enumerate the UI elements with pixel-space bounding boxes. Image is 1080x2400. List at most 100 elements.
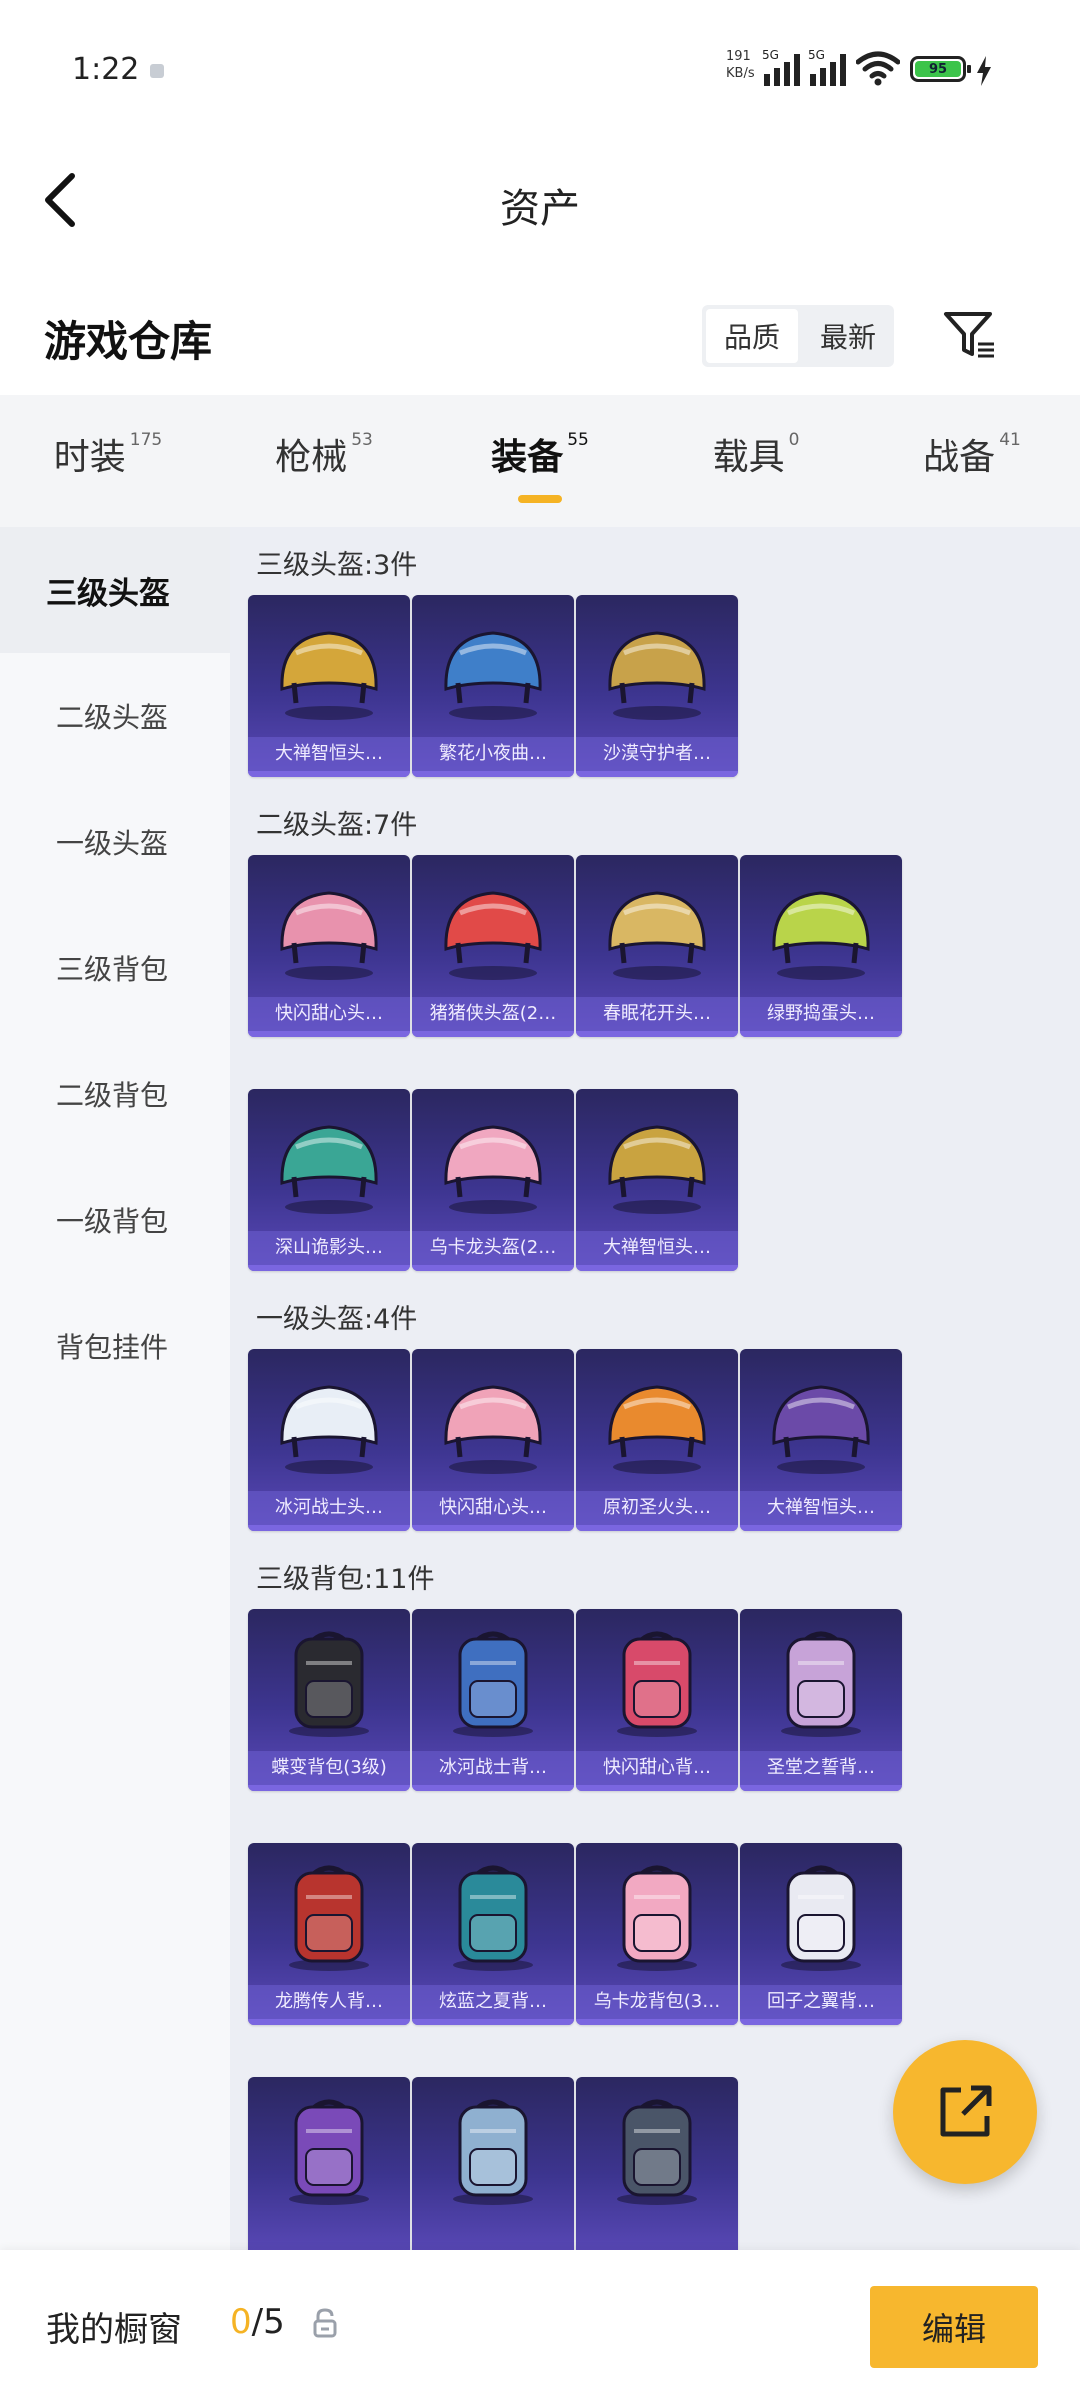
item-card[interactable] bbox=[412, 2077, 574, 2250]
item-card[interactable]: 原初圣火头… bbox=[576, 1349, 738, 1531]
item-card[interactable]: 圣堂之誓背… bbox=[740, 1609, 902, 1791]
network-speed-unit: KB/s bbox=[726, 66, 755, 81]
item-card[interactable]: 龙腾传人背… bbox=[248, 1843, 410, 2025]
tab-3[interactable]: 载具 0 bbox=[648, 395, 864, 527]
section-label: 一级头盔:4件 bbox=[256, 1304, 418, 1335]
item-name: 乌卡龙头盔(2… bbox=[412, 1231, 574, 1265]
side-menu-item[interactable]: 二级背包 bbox=[0, 1031, 230, 1157]
item-card[interactable]: 回子之翼背… bbox=[740, 1843, 902, 2025]
inventory-grid: 三级头盔:3件 大禅智恒头… 繁花小夜曲… 沙漠守护者… 二级头盔:7件 快闪甜心头… 猪猪… bbox=[230, 527, 1080, 2250]
item-name: 绿野捣蛋头… bbox=[740, 997, 902, 1031]
filter-button[interactable] bbox=[938, 304, 1002, 368]
share-button[interactable] bbox=[893, 2040, 1037, 2184]
item-name: 冰河战士背… bbox=[412, 1751, 574, 1785]
item-name: 繁花小夜曲… bbox=[412, 737, 574, 771]
item-name: 大禅智恒头… bbox=[740, 1491, 902, 1525]
sort-toggle: 品质 最新 bbox=[702, 305, 894, 367]
item-name: 春眠花开头… bbox=[576, 997, 738, 1031]
helmet-icon bbox=[608, 631, 706, 720]
tab-label: 战备 bbox=[923, 437, 996, 478]
item-name: 沙漠守护者… bbox=[576, 737, 738, 771]
backpack-icon bbox=[617, 1865, 697, 1971]
backpack-icon bbox=[781, 1631, 861, 1737]
tab-count: 0 bbox=[788, 430, 800, 450]
sort-option-quality[interactable]: 品质 bbox=[706, 309, 798, 363]
active-tab-indicator bbox=[518, 495, 562, 503]
tab-4[interactable]: 战备 41 bbox=[864, 395, 1080, 527]
helmet-icon bbox=[608, 1125, 706, 1214]
tab-label: 枪械 bbox=[275, 437, 348, 478]
helmet-icon bbox=[608, 891, 706, 980]
item-card[interactable]: 蝶变背包(3级) bbox=[248, 1609, 410, 1791]
side-menu-item[interactable]: 三级头盔 bbox=[0, 527, 230, 653]
helmet-icon bbox=[444, 891, 542, 980]
helmet-icon bbox=[280, 1385, 378, 1474]
item-card[interactable]: 绿野捣蛋头… bbox=[740, 855, 902, 1037]
tab-count: 53 bbox=[351, 430, 373, 450]
wifi-icon bbox=[856, 51, 900, 86]
helmet-icon bbox=[280, 891, 378, 980]
edit-button[interactable]: 编辑 bbox=[870, 2286, 1038, 2368]
sort-option-newest[interactable]: 最新 bbox=[802, 305, 894, 367]
tab-1[interactable]: 枪械 53 bbox=[216, 395, 432, 527]
category-tabs: 时装 175 枪械 53 装备 55 载具 0 战备 41 bbox=[0, 395, 1080, 527]
item-name: 大禅智恒头… bbox=[576, 1231, 738, 1265]
item-card[interactable]: 快闪甜心头… bbox=[412, 1349, 574, 1531]
backpack-icon bbox=[289, 1865, 369, 1971]
item-name: 猪猪侠头盔(2… bbox=[412, 997, 574, 1031]
item-card[interactable]: 繁花小夜曲… bbox=[412, 595, 574, 777]
item-card[interactable] bbox=[576, 2077, 738, 2250]
item-name: 乌卡龙背包(3… bbox=[576, 1985, 738, 2019]
item-card[interactable]: 大禅智恒头… bbox=[576, 1089, 738, 1271]
showcase-count: 0/5 bbox=[230, 2302, 285, 2342]
item-card[interactable]: 快闪甜心头… bbox=[248, 855, 410, 1037]
lock-icon bbox=[313, 2308, 337, 2338]
item-card[interactable]: 冰河战士背… bbox=[412, 1609, 574, 1791]
helmet-icon bbox=[280, 1125, 378, 1214]
item-card[interactable]: 乌卡龙头盔(2… bbox=[412, 1089, 574, 1271]
page-title: 资产 bbox=[500, 186, 580, 232]
backpack-icon bbox=[289, 1631, 369, 1737]
item-card[interactable]: 炫蓝之夏背… bbox=[412, 1843, 574, 2025]
warehouse-title: 游戏仓库 bbox=[44, 317, 213, 366]
item-card[interactable] bbox=[248, 2077, 410, 2250]
network-type-label: 5G bbox=[762, 48, 779, 62]
side-menu-item[interactable]: 一级头盔 bbox=[0, 779, 230, 905]
side-menu-item[interactable]: 背包挂件 bbox=[0, 1283, 230, 1409]
notification-dot-icon bbox=[150, 64, 164, 78]
item-name: 龙腾传人背… bbox=[248, 1985, 410, 2019]
item-card[interactable]: 沙漠守护者… bbox=[576, 595, 738, 777]
side-menu-item[interactable]: 二级头盔 bbox=[0, 653, 230, 779]
tab-2[interactable]: 装备 55 bbox=[432, 395, 648, 527]
charging-bolt-icon bbox=[977, 56, 991, 86]
warehouse-header: 游戏仓库 品质 最新 bbox=[0, 290, 1080, 380]
item-card[interactable]: 大禅智恒头… bbox=[740, 1349, 902, 1531]
tab-label: 时装 bbox=[53, 437, 126, 478]
item-card[interactable]: 乌卡龙背包(3… bbox=[576, 1843, 738, 2025]
section-label: 三级背包:11件 bbox=[256, 1564, 435, 1595]
helmet-icon bbox=[772, 891, 870, 980]
section-label: 二级头盔:7件 bbox=[256, 810, 418, 841]
side-menu-item[interactable]: 一级背包 bbox=[0, 1157, 230, 1283]
item-card[interactable]: 春眠花开头… bbox=[576, 855, 738, 1037]
bottom-bar: 我的橱窗 0/5 编辑 bbox=[0, 2250, 1080, 2400]
backpack-icon bbox=[289, 2099, 369, 2205]
tab-0[interactable]: 时装 175 bbox=[0, 395, 216, 527]
backpack-icon bbox=[781, 1865, 861, 1971]
item-card[interactable]: 冰河战士头… bbox=[248, 1349, 410, 1531]
item-name: 快闪甜心头… bbox=[248, 997, 410, 1031]
showcase-label: 我的橱窗 bbox=[46, 2310, 182, 2350]
side-menu: 三级头盔 二级头盔 一级头盔 三级背包 二级背包 一级背包 背包挂件 bbox=[0, 527, 230, 2250]
tab-label: 载具 bbox=[712, 437, 785, 478]
item-name: 蝶变背包(3级) bbox=[248, 1751, 410, 1785]
item-card[interactable]: 猪猪侠头盔(2… bbox=[412, 855, 574, 1037]
side-menu-item[interactable]: 三级背包 bbox=[0, 905, 230, 1031]
item-card[interactable]: 快闪甜心背… bbox=[576, 1609, 738, 1791]
helmet-icon bbox=[280, 631, 378, 720]
status-icons: 5G 5G 95 bbox=[762, 46, 992, 86]
cellular-signal-2-icon: 5G bbox=[808, 48, 846, 86]
status-bar: 1:22 191 KB/s 5G 5G 95 bbox=[0, 0, 1080, 140]
item-card[interactable]: 大禅智恒头… bbox=[248, 595, 410, 777]
backpack-icon bbox=[453, 1865, 533, 1971]
item-card[interactable]: 深山诡影头… bbox=[248, 1089, 410, 1271]
